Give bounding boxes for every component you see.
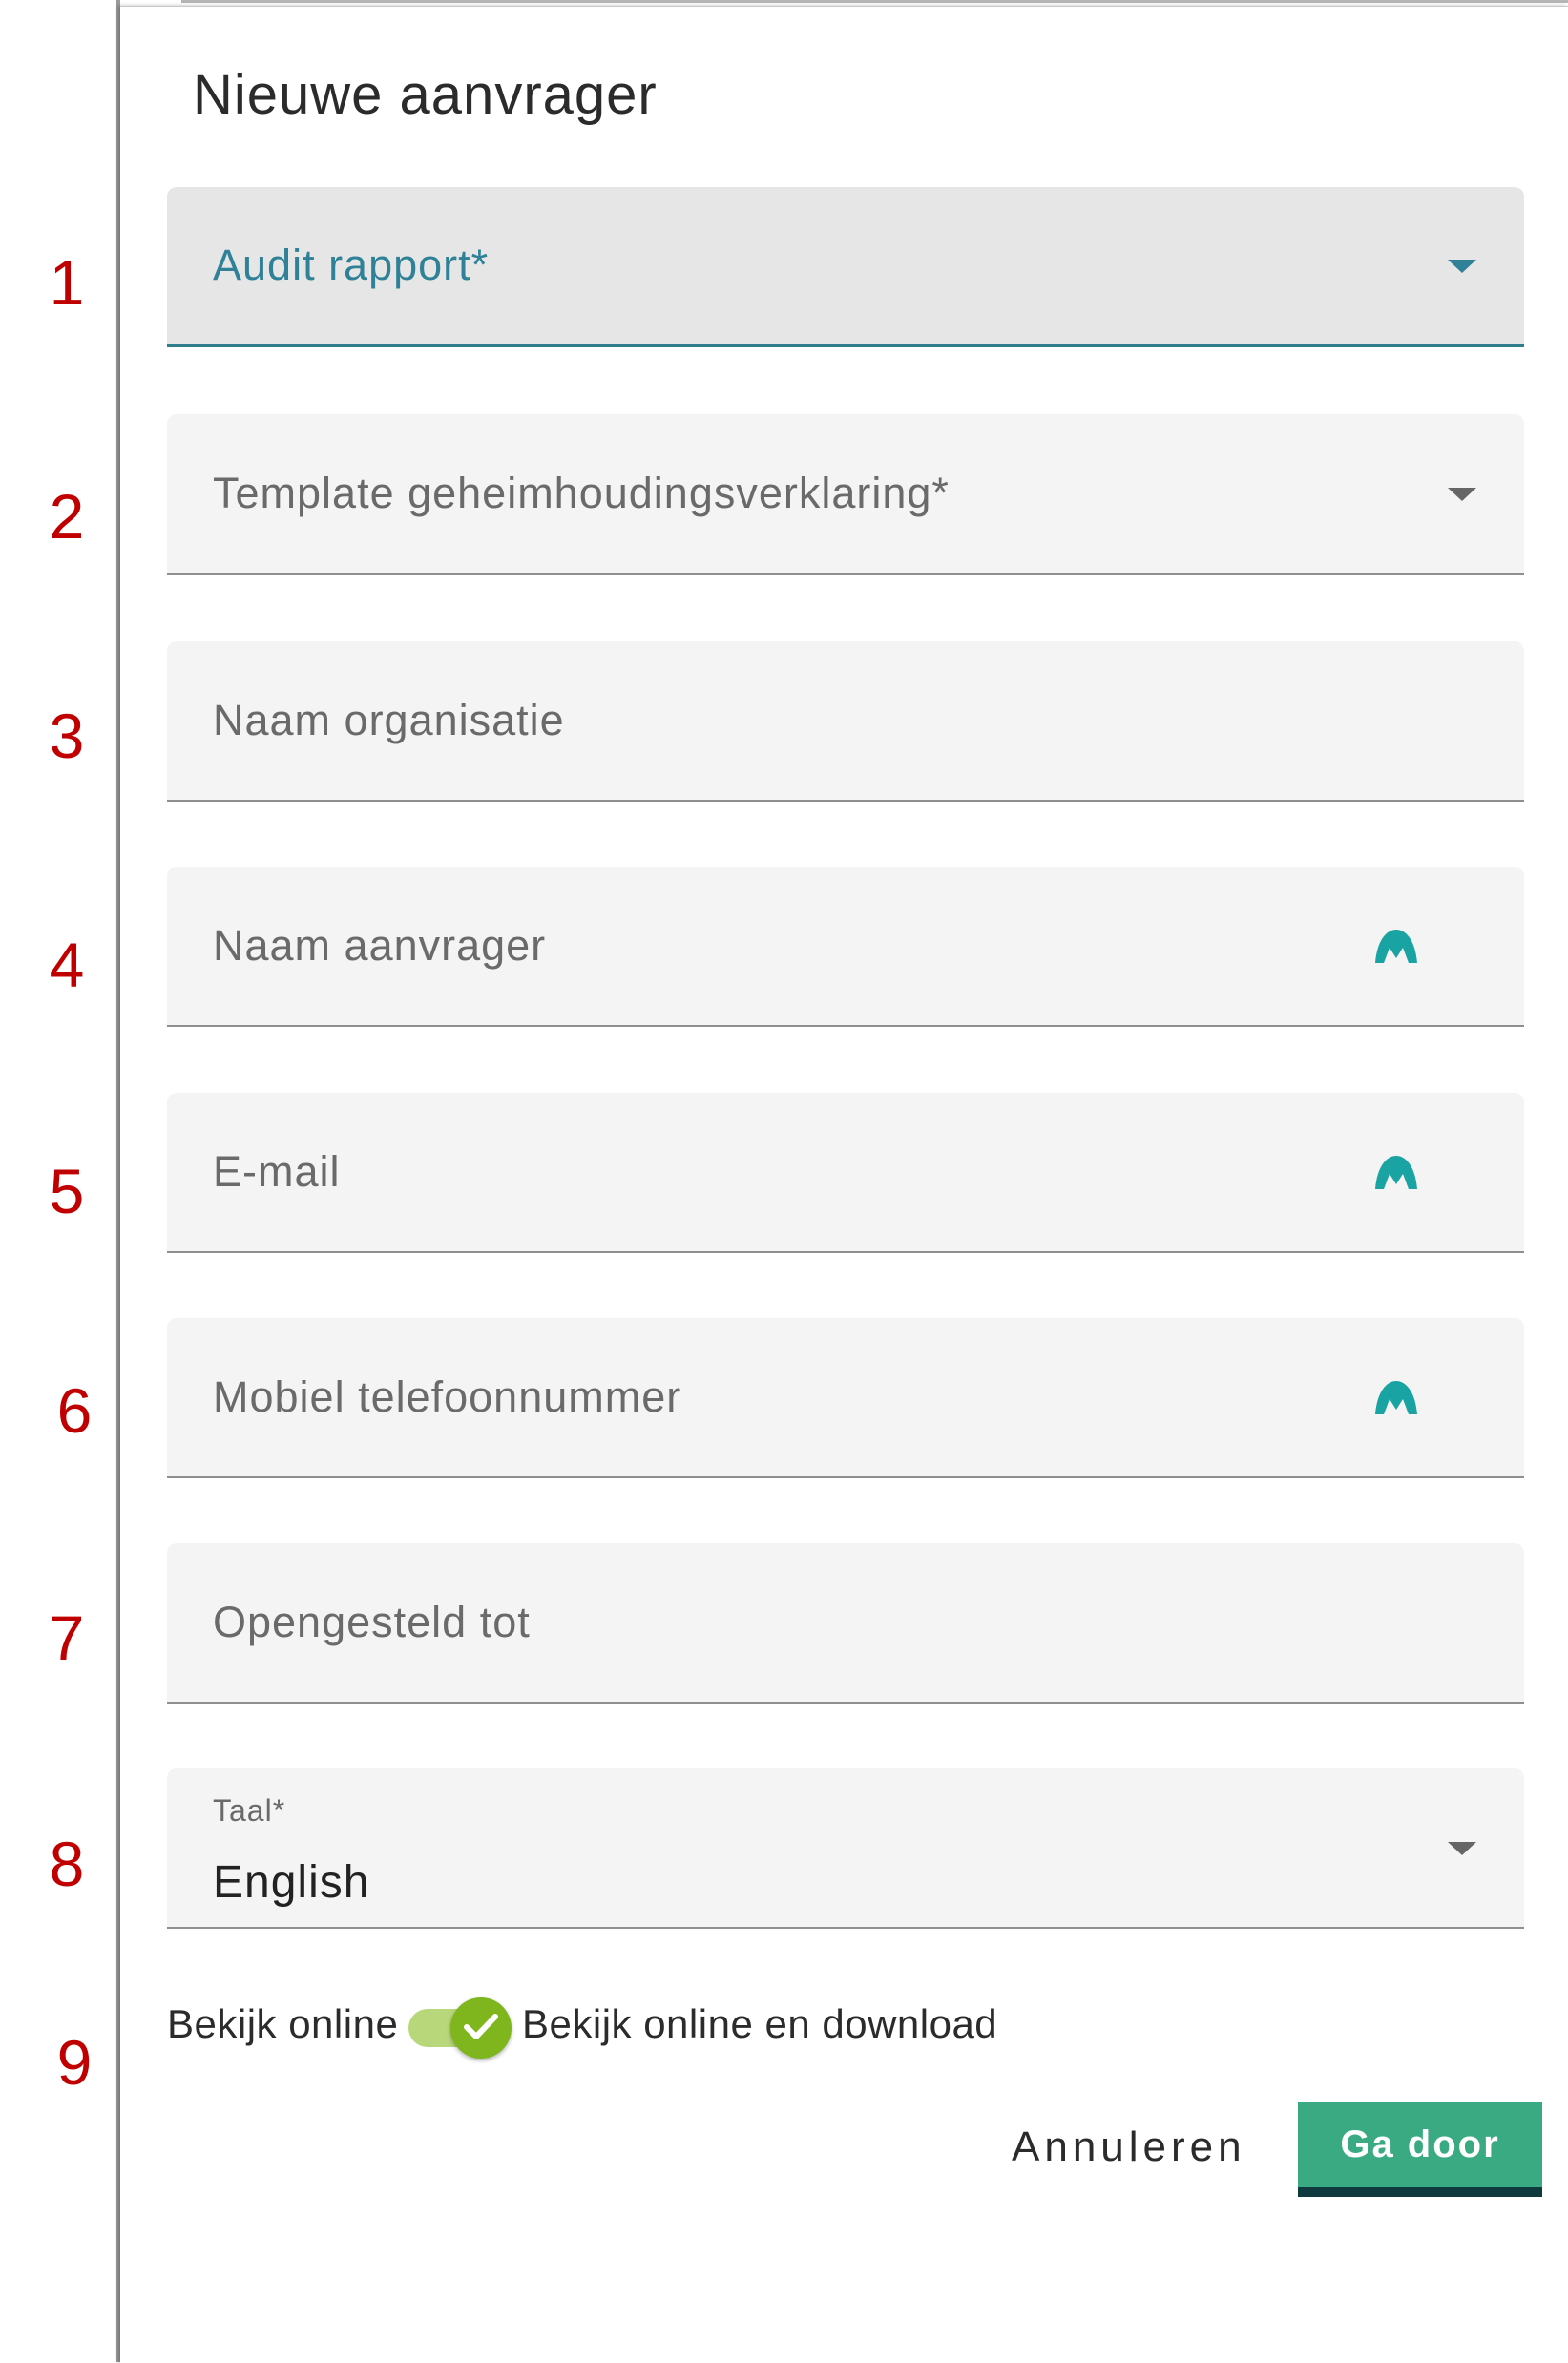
open-until-input[interactable]: Opengesteld tot	[167, 1543, 1524, 1704]
mobile-phone-input[interactable]: Mobiel telefoonnummer	[167, 1318, 1524, 1478]
annotation-marker-5: 5	[49, 1156, 85, 1226]
open-until-label: Opengesteld tot	[213, 1598, 531, 1646]
view-mode-toggle-row: Bekijk online Bekijk online en download	[167, 1990, 1408, 2059]
requester-name-label: Naam aanvrager	[213, 921, 547, 970]
continue-button[interactable]: Ga door	[1298, 2102, 1542, 2197]
requester-name-input[interactable]: Naam aanvrager	[167, 867, 1524, 1027]
organization-name-label: Naam organisatie	[213, 696, 565, 744]
email-label: E-mail	[213, 1147, 341, 1196]
autofill-peak-icon[interactable]	[1373, 1153, 1419, 1191]
toggle-thumb[interactable]	[450, 1997, 512, 2059]
toggle-on-label: Bekijk online en download	[522, 2001, 998, 2046]
autofill-peak-icon[interactable]	[1373, 927, 1419, 965]
annotation-marker-6: 6	[56, 1375, 93, 1446]
backdrop-border-top	[181, 0, 1568, 3]
nda-template-label: Template geheimhoudingsverklaring*	[213, 469, 950, 517]
annotation-marker-9: 9	[56, 2027, 93, 2098]
mobile-phone-label: Mobiel telefoonnummer	[213, 1372, 682, 1421]
cancel-button[interactable]: Annuleren	[1012, 2123, 1246, 2171]
language-select[interactable]: Taal* English	[167, 1768, 1524, 1929]
autofill-peak-icon[interactable]	[1373, 1378, 1419, 1416]
caret-down-icon	[1448, 1842, 1476, 1855]
annotation-marker-7: 7	[49, 1602, 85, 1673]
annotation-marker-1: 1	[49, 247, 85, 318]
annotation-marker-4: 4	[49, 930, 85, 1000]
toggle-off-label: Bekijk online	[167, 2001, 399, 2046]
annotation-marker-2: 2	[49, 481, 85, 552]
dialog-title: Nieuwe aanvrager	[193, 64, 658, 126]
check-icon	[464, 2014, 498, 2039]
email-input[interactable]: E-mail	[167, 1093, 1524, 1253]
organization-name-input[interactable]: Naam organisatie	[167, 641, 1524, 802]
caret-down-icon	[1448, 260, 1476, 273]
audit-report-select[interactable]: Audit rapport*	[167, 187, 1524, 347]
language-label: Taal*	[213, 1793, 286, 1828]
annotation-marker-8: 8	[49, 1829, 85, 1899]
nda-template-select[interactable]: Template geheimhoudingsverklaring*	[167, 414, 1524, 575]
annotation-marker-3: 3	[49, 701, 85, 771]
language-value: English	[213, 1857, 370, 1908]
caret-down-icon	[1448, 488, 1476, 501]
audit-report-label: Audit rapport*	[213, 240, 490, 289]
